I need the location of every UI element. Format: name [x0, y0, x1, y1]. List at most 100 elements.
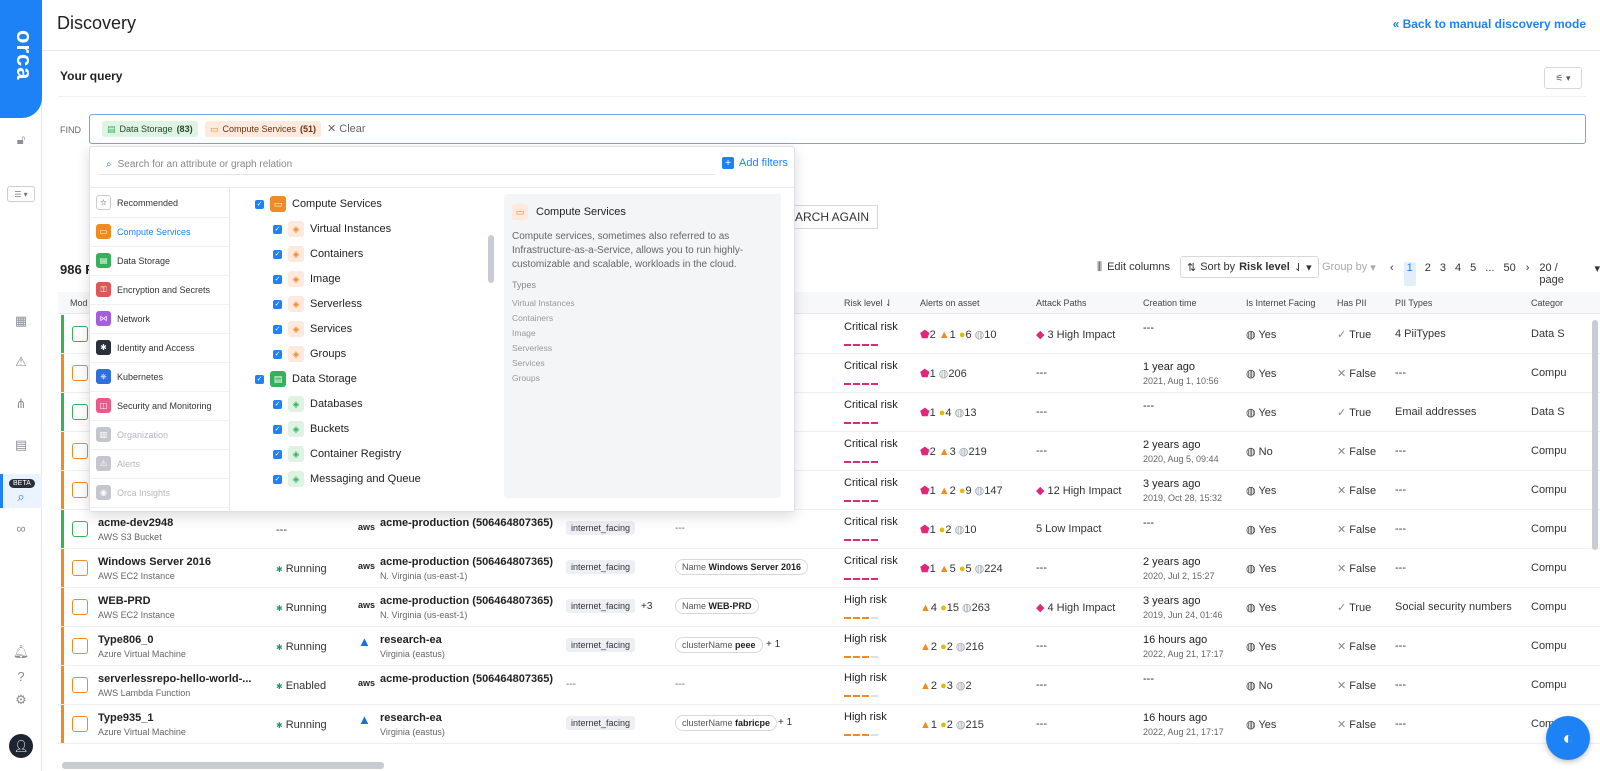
category-kubernetes[interactable]: ⎈ Kubernetes: [90, 362, 229, 392]
tree-group-compute[interactable]: ✓ ▭ Compute Services: [255, 196, 382, 212]
table-row[interactable]: Type806_0 Azure Virtual Machine ✱ Running ▲ r…: [58, 627, 1600, 666]
prev-page-icon[interactable]: ‹: [1390, 262, 1394, 286]
category-identity-and-access[interactable]: ✱ Identity and Access: [90, 333, 229, 363]
search-icon[interactable]: ⌕: [11, 487, 31, 507]
alerts-icon[interactable]: ⚠: [11, 352, 31, 372]
checkbox-checked[interactable]: ✓: [273, 474, 282, 484]
tree-item[interactable]: ✓ ◈ Virtual Instances: [273, 221, 391, 237]
asset-name[interactable]: Type935_1: [98, 712, 153, 724]
query-chip-compute-services[interactable]: ▭ Compute Services (51): [205, 121, 322, 137]
checkbox-checked[interactable]: ✓: [273, 324, 282, 334]
table-row[interactable]: Type935_1 Azure Virtual Machine ✱ Running ▲ r…: [58, 705, 1600, 744]
page-number[interactable]: 5: [1470, 262, 1476, 286]
more-attributes[interactable]: + 1: [766, 639, 780, 650]
per-page-select[interactable]: 20 / page: [1539, 262, 1584, 286]
table-row[interactable]: acme-dev2948 AWS S3 Bucket --- aws acme-prod…: [58, 510, 1600, 549]
group-by-dropdown[interactable]: Group by ▾: [1322, 256, 1376, 278]
attack-paths[interactable]: ◆ 12 High Impact: [1036, 484, 1121, 497]
tree-item[interactable]: ✓ ◈ Messaging and Queue: [273, 471, 421, 487]
tree-item[interactable]: ✓ ◈ Groups: [273, 346, 346, 362]
page-number[interactable]: 3: [1440, 262, 1446, 286]
table-row[interactable]: Windows Server 2016 AWS EC2 Instance ✱ Runn…: [58, 549, 1600, 588]
table-row[interactable]: WEB-PRD AWS EC2 Instance ✱ Running aws acme-p…: [58, 588, 1600, 627]
page-number[interactable]: 4: [1455, 262, 1461, 286]
column-header[interactable]: Has PII: [1337, 298, 1367, 308]
tree-item[interactable]: ✓ ◈ Services: [273, 321, 352, 337]
orca-logo[interactable]: orca: [0, 0, 42, 118]
dashboard-icon[interactable]: ▦: [11, 311, 31, 331]
category-data-storage[interactable]: ▤ Data Storage: [90, 246, 229, 276]
infinity-icon[interactable]: ∞: [11, 518, 31, 538]
lock-icon[interactable]: 🔓︎: [11, 130, 31, 150]
tree-item[interactable]: ✓ ◈ Serverless: [273, 296, 362, 312]
category-label: Alerts: [117, 458, 141, 469]
attack-paths[interactable]: 5 Low Impact: [1036, 523, 1101, 535]
tree-item[interactable]: ✓ ◈ Image: [273, 271, 341, 287]
asset-name[interactable]: acme-dev2948: [98, 517, 173, 529]
state-label: Enabled: [285, 680, 327, 692]
category-network[interactable]: ⋈ Network: [90, 304, 229, 334]
bell-icon[interactable]: 🔔︎: [11, 642, 31, 662]
chat-support-button[interactable]: ◐: [1546, 716, 1590, 760]
help-icon[interactable]: ?: [11, 666, 31, 686]
clipboard-icon[interactable]: ▤: [11, 435, 31, 455]
category-compute-services[interactable]: ▭ Compute Services: [90, 217, 229, 247]
more-attributes[interactable]: + 1: [778, 717, 792, 728]
checkbox-checked[interactable]: ✓: [273, 449, 282, 459]
page-number[interactable]: 1: [1403, 262, 1416, 286]
attack-paths[interactable]: ◆ 3 High Impact: [1036, 328, 1115, 341]
edit-columns-button[interactable]: ⫼ Edit columns: [1097, 256, 1170, 278]
checkbox-checked[interactable]: ✓: [273, 299, 282, 309]
column-header[interactable]: Alerts on asset: [920, 298, 980, 308]
checkbox-checked[interactable]: ✓: [273, 274, 282, 284]
column-header[interactable]: Creation time: [1143, 298, 1197, 308]
tree-item[interactable]: ✓ ◈ Buckets: [273, 421, 349, 437]
page-number[interactable]: 50: [1503, 262, 1515, 286]
page-number[interactable]: ...: [1485, 262, 1494, 286]
attribute-search-input[interactable]: ⌕ Search for an attribute or graph relat…: [98, 155, 715, 175]
back-to-manual-link[interactable]: « Back to manual discovery mode: [1393, 17, 1586, 31]
asset-name[interactable]: WEB-PRD: [98, 595, 151, 607]
category-encryption-and-secrets[interactable]: ⚿ Encryption and Secrets: [90, 275, 229, 305]
add-filters-button[interactable]: + Add filters: [722, 157, 788, 169]
category-recommended[interactable]: ☆ Recommended: [90, 188, 229, 218]
column-header[interactable]: Is Internet Facing: [1246, 298, 1316, 308]
table-row[interactable]: serverlessrepo-hello-world-... AWS Lambda…: [58, 666, 1600, 705]
tree-item[interactable]: ✓ ◈ Container Registry: [273, 446, 401, 462]
column-header[interactable]: Mod: [70, 298, 88, 308]
checkbox-checked[interactable]: ✓: [273, 224, 282, 234]
horizontal-scrollbar[interactable]: [62, 762, 384, 769]
clear-button[interactable]: ✕ Clear: [327, 122, 366, 135]
column-header[interactable]: Attack Paths: [1036, 298, 1087, 308]
asset-name[interactable]: Type806_0: [98, 634, 153, 646]
checkbox-checked[interactable]: ✓: [273, 424, 282, 434]
checkbox-checked[interactable]: ✓: [255, 374, 264, 384]
checkbox-checked[interactable]: ✓: [255, 199, 264, 209]
next-page-icon[interactable]: ›: [1526, 262, 1530, 286]
column-header[interactable]: PII Types: [1395, 298, 1432, 308]
column-header[interactable]: Risk level ⇃: [844, 298, 893, 309]
more-tags[interactable]: +3: [641, 601, 652, 612]
view-selector[interactable]: ☰ ▾: [7, 186, 35, 202]
tree-scrollbar[interactable]: [488, 235, 494, 283]
graph-icon[interactable]: ⋔: [11, 394, 31, 414]
page-number[interactable]: 2: [1425, 262, 1431, 286]
tree-item[interactable]: ✓ ◈ Databases: [273, 396, 363, 412]
asset-name[interactable]: serverlessrepo-hello-world-...: [98, 673, 251, 685]
tree-group-storage[interactable]: ✓ ▤ Data Storage: [255, 371, 357, 387]
checkbox-checked[interactable]: ✓: [273, 399, 282, 409]
category-security-and-monitoring[interactable]: ◫ Security and Monitoring: [90, 391, 229, 421]
sort-dropdown[interactable]: ⇅ Sort by Risk level ⇃ ▾: [1180, 256, 1319, 278]
query-chip-data-storage[interactable]: ▤ Data Storage (83): [102, 121, 198, 137]
user-avatar[interactable]: 👤︎: [9, 734, 33, 758]
query-settings-button[interactable]: ⚟ ▾: [1544, 67, 1582, 89]
query-input[interactable]: ▤ Data Storage (83) ▭ Compute Services (…: [89, 114, 1586, 144]
asset-name[interactable]: Windows Server 2016: [98, 556, 211, 568]
settings-icon[interactable]: ⚙: [11, 690, 31, 710]
attack-paths[interactable]: ◆ 4 High Impact: [1036, 601, 1115, 614]
checkbox-checked[interactable]: ✓: [273, 349, 282, 359]
column-header[interactable]: Categor: [1531, 298, 1563, 308]
tree-item[interactable]: ✓ ◈ Containers: [273, 246, 363, 262]
checkbox-checked[interactable]: ✓: [273, 249, 282, 259]
vertical-scrollbar[interactable]: [1592, 320, 1598, 550]
